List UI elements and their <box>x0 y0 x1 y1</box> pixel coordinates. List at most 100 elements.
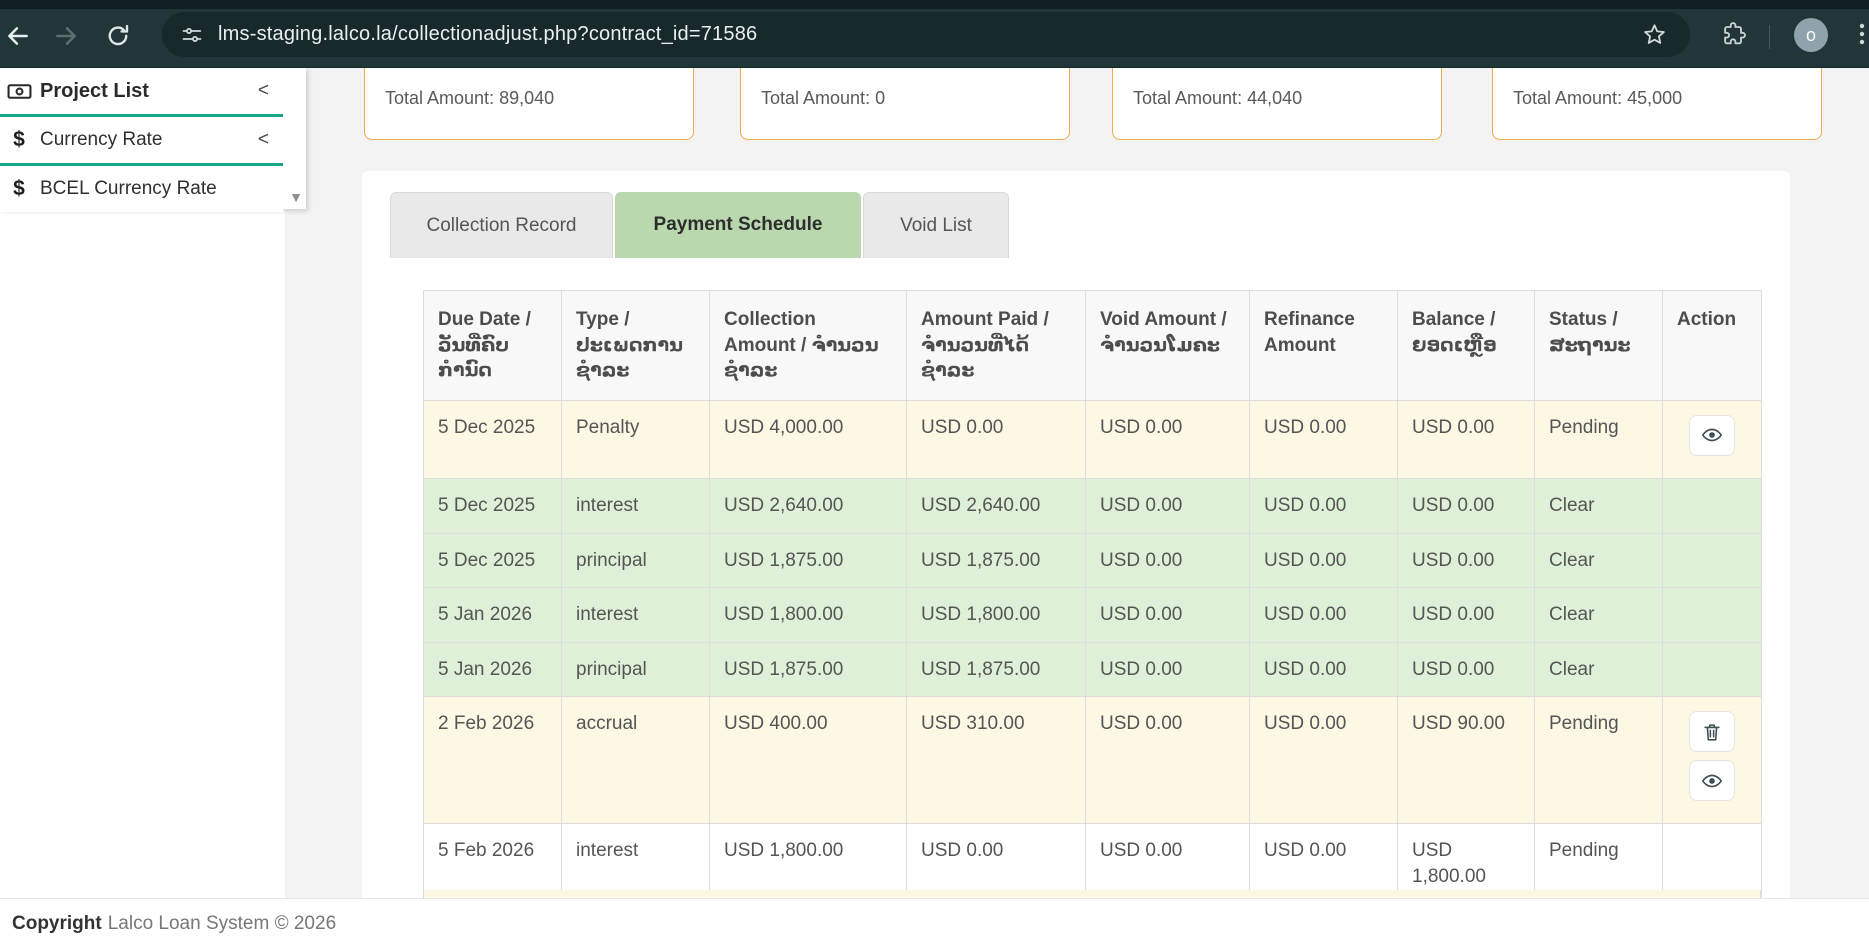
browser-tab-strip <box>0 0 1869 9</box>
column-header-void-amount: Void Amount / ຈຳນວນໂມຄະ <box>1086 291 1250 401</box>
cell-refinance-amount: USD 0.00 <box>1250 400 1398 478</box>
cell-due-date: 2 Feb 2026 <box>424 697 562 824</box>
cell-void-amount: USD 0.00 <box>1086 642 1250 697</box>
sidebar-item-label: BCEL Currency Rate <box>40 178 283 200</box>
cell-refinance-amount: USD 0.00 <box>1250 588 1398 643</box>
table-header-row: Due Date / ວັນທີ່ຄົບກຳນົດType / ປະເພດການ… <box>424 291 1762 401</box>
tab-void-list[interactable]: Void List <box>863 192 1009 258</box>
menu-kebab-icon[interactable] <box>1852 20 1869 50</box>
cell-void-amount: USD 0.00 <box>1086 478 1250 533</box>
profile-avatar[interactable]: o <box>1794 18 1828 52</box>
total-amount-text: Total Amount: 0 <box>761 88 885 109</box>
cell-action <box>1663 400 1762 478</box>
cell-status: Clear <box>1535 642 1663 697</box>
trash-icon <box>1701 721 1723 743</box>
chevron-left-icon: < <box>258 129 269 151</box>
cell-balance: USD 0.00 <box>1398 533 1535 588</box>
column-header-status: Status / ສະຖານະ <box>1535 291 1663 401</box>
eye-icon <box>1701 770 1723 792</box>
cell-due-date: 5 Dec 2025 <box>424 533 562 588</box>
sidebar-item-bcel-currency-rate[interactable]: $ BCEL Currency Rate <box>0 166 283 212</box>
schedule-row: 5 Dec 2025PenaltyUSD 4,000.00USD 0.00USD… <box>424 400 1762 478</box>
forward-arrow-icon <box>53 23 79 49</box>
cell-refinance-amount: USD 0.00 <box>1250 642 1398 697</box>
column-header-due-date: Due Date / ວັນທີ່ຄົບກຳນົດ <box>424 291 562 401</box>
cell-action <box>1663 588 1762 643</box>
cell-status: Clear <box>1535 533 1663 588</box>
back-button[interactable] <box>2 20 34 52</box>
site-info-icon[interactable] <box>180 23 204 47</box>
partially-visible-row <box>423 890 1761 898</box>
view-button[interactable] <box>1689 760 1735 801</box>
total-amount-text: Total Amount: 89,040 <box>385 88 554 109</box>
sidebar-item-currency-rate[interactable]: $ Currency Rate < <box>0 117 283 163</box>
cell-balance: USD 0.00 <box>1398 642 1535 697</box>
sidebar-item-label: Project List <box>40 80 258 103</box>
total-amount-text: Total Amount: 44,040 <box>1133 88 1302 109</box>
cell-balance: USD 0.00 <box>1398 478 1535 533</box>
content-panel: Collection Record Payment Schedule Void … <box>362 171 1790 898</box>
column-header-refinance-amount: Refinance Amount <box>1250 291 1398 401</box>
copyright-label: Copyright <box>12 913 102 935</box>
cell-collection-amount: USD 1,800.00 <box>710 588 907 643</box>
cell-status: Clear <box>1535 588 1663 643</box>
cell-void-amount: USD 0.00 <box>1086 533 1250 588</box>
schedule-row: 5 Dec 2025interestUSD 2,640.00USD 2,640.… <box>424 478 1762 533</box>
column-header-amount-paid: Amount Paid / ຈຳນວນທີ່ໄດ້ຊຳລະ <box>907 291 1086 401</box>
back-arrow-icon <box>5 23 31 49</box>
cell-status: Clear <box>1535 478 1663 533</box>
cell-status: Pending <box>1535 697 1663 824</box>
payment-schedule-table: Due Date / ວັນທີ່ຄົບກຳນົດType / ປະເພດການ… <box>423 290 1762 906</box>
cell-type: principal <box>562 642 710 697</box>
dollar-icon: $ <box>6 128 32 152</box>
cell-action <box>1663 642 1762 697</box>
cell-due-date: 5 Dec 2025 <box>424 478 562 533</box>
eye-icon <box>1701 424 1723 446</box>
reload-button[interactable] <box>102 20 134 52</box>
cell-amount-paid: USD 2,640.00 <box>907 478 1086 533</box>
schedule-row: 5 Jan 2026principalUSD 1,875.00USD 1,875… <box>424 642 1762 697</box>
cell-due-date: 5 Jan 2026 <box>424 588 562 643</box>
total-amount-text: Total Amount: 45,000 <box>1513 88 1682 109</box>
cell-refinance-amount: USD 0.00 <box>1250 697 1398 824</box>
cell-action <box>1663 533 1762 588</box>
forward-button[interactable] <box>50 20 82 52</box>
cell-collection-amount: USD 4,000.00 <box>710 400 907 478</box>
reload-icon <box>105 23 131 49</box>
browser-toolbar: lms-staging.lalco.la/collectionadjust.ph… <box>0 0 1869 68</box>
cell-type: principal <box>562 533 710 588</box>
toolbar-divider <box>1769 25 1770 49</box>
schedule-row: 5 Jan 2026interestUSD 1,800.00USD 1,800.… <box>424 588 1762 643</box>
cell-type: interest <box>562 588 710 643</box>
scroll-down-icon[interactable]: ▼ <box>289 189 303 205</box>
cell-type: interest <box>562 478 710 533</box>
dollar-icon: $ <box>6 177 32 201</box>
cell-collection-amount: USD 2,640.00 <box>710 478 907 533</box>
address-bar[interactable]: lms-staging.lalco.la/collectionadjust.ph… <box>162 12 1690 57</box>
delete-button[interactable] <box>1689 711 1735 752</box>
schedule-row: 2 Feb 2026accrualUSD 400.00USD 310.00 USD… <box>424 697 1762 824</box>
cell-collection-amount: USD 1,875.00 <box>710 533 907 588</box>
schedule-row: 5 Dec 2025principalUSD 1,875.00USD 1,875… <box>424 533 1762 588</box>
column-header-type: Type / ປະເພດການຊຳລະ <box>562 291 710 401</box>
tab-collection-record[interactable]: Collection Record <box>390 192 613 258</box>
cell-type: accrual <box>562 697 710 824</box>
bookmark-star-icon[interactable] <box>1641 21 1668 48</box>
tab-bar: Collection Record Payment Schedule Void … <box>390 192 1009 258</box>
cell-amount-paid: USD 1,800.00 <box>907 588 1086 643</box>
view-button[interactable] <box>1689 415 1735 456</box>
column-header-action: Action <box>1663 291 1762 401</box>
cell-void-amount: USD 0.00 <box>1086 588 1250 643</box>
sidebar-item-project-list[interactable]: Project List < <box>0 68 283 114</box>
cell-due-date: 5 Jan 2026 <box>424 642 562 697</box>
avatar-initial: o <box>1806 25 1816 46</box>
sidebar-menu: Project List < $ Currency Rate < $ BCEL … <box>0 68 306 209</box>
cell-amount-paid: USD 310.00 <box>907 697 1086 824</box>
cell-balance: USD 0.00 <box>1398 400 1535 478</box>
cell-type: Penalty <box>562 400 710 478</box>
cell-balance: USD 90.00 <box>1398 697 1535 824</box>
cell-action <box>1663 478 1762 533</box>
tab-payment-schedule[interactable]: Payment Schedule <box>615 192 861 258</box>
extensions-icon[interactable] <box>1720 20 1748 48</box>
cell-collection-amount: USD 400.00 <box>710 697 907 824</box>
